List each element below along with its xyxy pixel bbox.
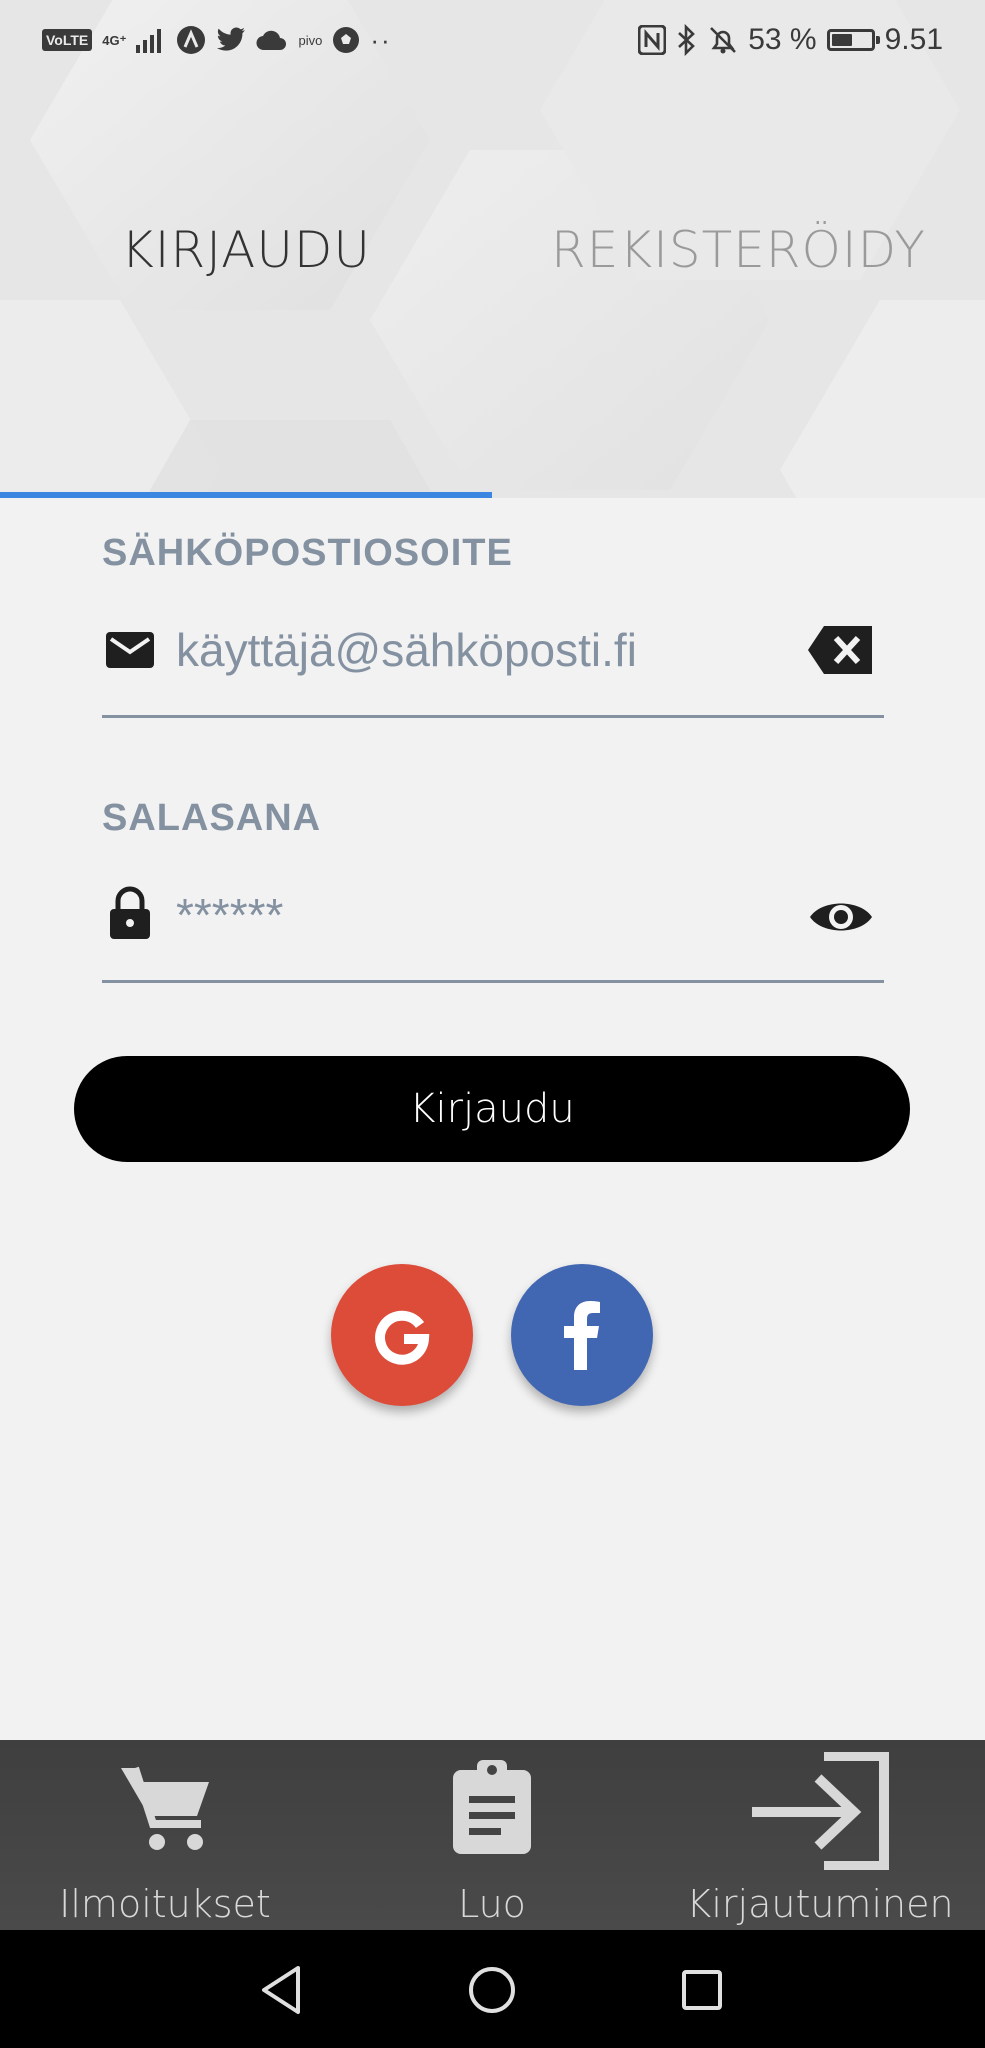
lock-icon (110, 886, 150, 939)
back-icon[interactable] (252, 1960, 312, 2020)
email-field-row (102, 600, 884, 700)
google-login-button[interactable] (331, 1264, 473, 1406)
password-field-row (102, 865, 884, 965)
home-icon[interactable] (462, 1960, 522, 2020)
network-type: 4G⁺ (102, 32, 127, 48)
nfc-icon (638, 25, 667, 55)
clipboard-icon (453, 1760, 531, 1854)
header: VoLTE 4G⁺ pivo ·· 53 % 9.51 KIRJAUDU REK… (0, 0, 985, 498)
cloud-icon (256, 30, 287, 51)
google-icon (375, 1310, 430, 1365)
bluetooth-icon (678, 24, 696, 56)
cart-icon (121, 1766, 209, 1850)
active-tab-indicator (0, 492, 492, 498)
tab-register[interactable]: REKISTERÖIDY (492, 210, 985, 290)
mail-icon (106, 632, 154, 668)
tab-login[interactable]: KIRJAUDU (0, 210, 492, 290)
nav-label-luo: Luo (458, 1882, 526, 1926)
pivo-icon: pivo (298, 32, 323, 48)
status-time: 9.51 (884, 23, 943, 56)
more-icon: ·· (370, 24, 392, 55)
system-nav-bar (0, 1930, 985, 2048)
twitter-icon (217, 27, 246, 51)
battery-icon (826, 29, 880, 51)
email-input[interactable] (176, 610, 776, 690)
status-bar: VoLTE 4G⁺ pivo ·· 53 % 9.51 (0, 0, 985, 78)
clear-icon[interactable] (806, 622, 876, 678)
nav-label-kirjautuminen: Kirjautuminen (686, 1882, 954, 1926)
soccer-ball-icon (333, 27, 360, 53)
login-button[interactable]: Kirjaudu (74, 1056, 910, 1162)
nav-item-ilmoitukset[interactable]: Ilmoitukset (30, 1740, 300, 1930)
bottom-nav: Ilmoitukset Luo Kirjautuminen (0, 1740, 985, 1930)
alarm-off-icon (710, 27, 737, 54)
login-icon (752, 1752, 889, 1870)
battery-percent: 53 % (748, 23, 817, 56)
app-a-icon (177, 26, 206, 54)
volte-icon: VoLTE (42, 29, 93, 51)
nav-label-ilmoitukset: Ilmoitukset (59, 1882, 271, 1926)
email-label: SÄHKÖPOSTIOSOITE (102, 532, 513, 574)
signal-icon (136, 29, 162, 53)
nav-item-kirjautuminen[interactable]: Kirjautuminen (680, 1740, 960, 1930)
eye-icon[interactable] (806, 889, 876, 945)
nav-item-luo[interactable]: Luo (372, 1740, 612, 1930)
password-underline (102, 980, 884, 983)
facebook-icon (564, 1301, 600, 1370)
password-input[interactable] (176, 875, 776, 955)
facebook-login-button[interactable] (511, 1264, 653, 1406)
recents-icon[interactable] (672, 1960, 732, 2020)
password-label: SALASANA (102, 797, 322, 839)
email-underline (102, 715, 884, 718)
